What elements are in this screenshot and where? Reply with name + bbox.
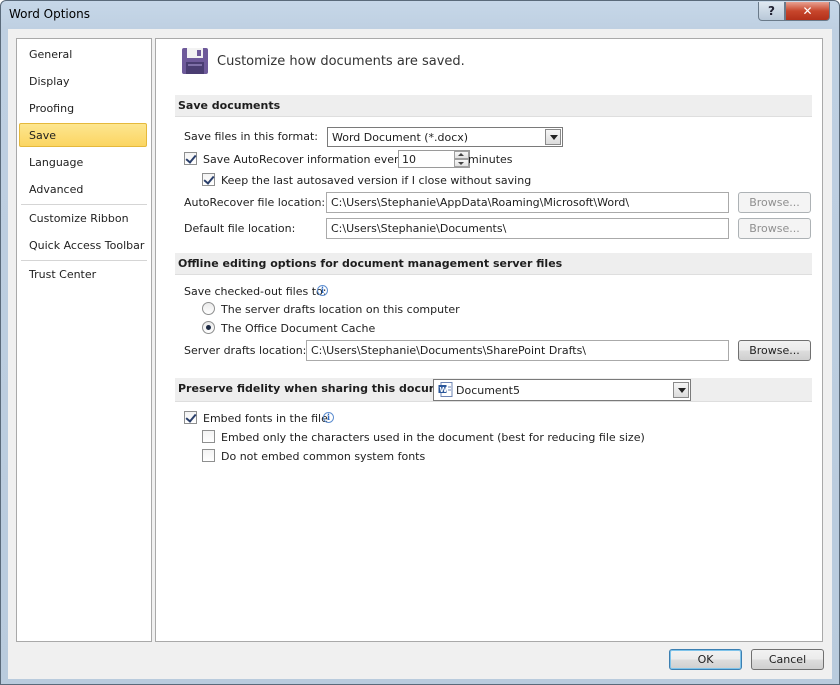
radio-server-drafts[interactable] bbox=[202, 302, 215, 315]
autorecover-minutes-spinner[interactable]: 10 bbox=[398, 150, 470, 168]
window-title: Word Options bbox=[9, 7, 90, 21]
spinner-down-icon[interactable] bbox=[454, 159, 469, 167]
ok-button[interactable]: OK bbox=[669, 649, 742, 670]
embed-fonts-checkbox[interactable] bbox=[184, 411, 197, 424]
svg-text:W: W bbox=[440, 386, 448, 394]
dialog-client: General Display Proofing Save Language A… bbox=[8, 29, 832, 679]
options-sidebar: General Display Proofing Save Language A… bbox=[16, 38, 152, 642]
autorecover-minutes-value: 10 bbox=[402, 153, 416, 166]
save-format-dropdown[interactable]: Word Document (*.docx) bbox=[327, 127, 563, 147]
minutes-label: minutes bbox=[468, 153, 513, 166]
sidebar-item-language[interactable]: Language bbox=[19, 150, 147, 174]
autorecover-label: Save AutoRecover information every bbox=[203, 153, 406, 166]
sidebar-item-display[interactable]: Display bbox=[19, 69, 147, 93]
sidebar-divider bbox=[21, 260, 147, 261]
checkout-label: Save checked-out files to: bbox=[184, 285, 327, 298]
radio-server-drafts-label: The server drafts location on this compu… bbox=[221, 303, 460, 316]
embed-characters-label: Embed only the characters used in the do… bbox=[221, 431, 645, 444]
save-format-value: Word Document (*.docx) bbox=[332, 131, 469, 144]
spinner-up-icon[interactable] bbox=[454, 151, 469, 159]
help-button[interactable]: ? bbox=[758, 2, 785, 21]
autorecover-location-label: AutoRecover file location: bbox=[184, 196, 326, 209]
sidebar-divider bbox=[21, 204, 147, 205]
sidebar-item-advanced[interactable]: Advanced bbox=[19, 177, 147, 201]
radio-office-document-cache-label: The Office Document Cache bbox=[221, 322, 376, 335]
radio-office-document-cache[interactable] bbox=[202, 321, 215, 334]
preserve-fidelity-label: Preserve fidelity when sharing this docu… bbox=[178, 382, 466, 395]
keep-last-autosaved-label: Keep the last autosaved version if I clo… bbox=[221, 174, 532, 187]
spinner-buttons bbox=[454, 151, 469, 167]
autorecover-checkbox[interactable] bbox=[184, 152, 197, 165]
sidebar-item-trust-center[interactable]: Trust Center bbox=[19, 262, 147, 286]
keep-last-autosaved-checkbox[interactable] bbox=[202, 173, 215, 186]
sidebar-item-general[interactable]: General bbox=[19, 42, 147, 66]
autorecover-browse-button[interactable]: Browse... bbox=[738, 192, 811, 213]
server-drafts-location-input[interactable]: C:\Users\Stephanie\Documents\SharePoint … bbox=[306, 340, 729, 361]
no-common-fonts-label: Do not embed common system fonts bbox=[221, 450, 426, 463]
sidebar-item-proofing[interactable]: Proofing bbox=[19, 96, 147, 120]
fidelity-document-value: Document5 bbox=[456, 384, 520, 397]
save-options-pane: Customize how documents are saved. Save … bbox=[155, 38, 823, 642]
floppy-disk-icon bbox=[182, 48, 208, 74]
close-icon: ✕ bbox=[802, 4, 813, 18]
info-icon: i bbox=[323, 412, 334, 423]
chevron-down-icon[interactable] bbox=[545, 129, 561, 145]
server-drafts-browse-button[interactable]: Browse... bbox=[738, 340, 811, 361]
sidebar-item-quick-access-toolbar[interactable]: Quick Access Toolbar bbox=[19, 233, 147, 257]
page-header-text: Customize how documents are saved. bbox=[217, 54, 465, 69]
title-bar[interactable]: Word Options ? ✕ bbox=[1, 1, 839, 29]
word-options-window: Word Options ? ✕ General Display Proofin… bbox=[0, 0, 840, 685]
close-button[interactable]: ✕ bbox=[785, 2, 830, 21]
fidelity-document-dropdown[interactable]: W Document5 bbox=[433, 379, 691, 401]
save-format-label: Save files in this format: bbox=[184, 130, 318, 143]
sidebar-item-customize-ribbon[interactable]: Customize Ribbon bbox=[19, 206, 147, 230]
embed-fonts-label: Embed fonts in the file bbox=[203, 412, 328, 425]
server-drafts-location-label: Server drafts location: bbox=[184, 344, 307, 357]
help-icon: ? bbox=[768, 4, 775, 18]
info-icon: i bbox=[317, 285, 328, 296]
autorecover-location-input[interactable]: C:\Users\Stephanie\AppData\Roaming\Micro… bbox=[326, 192, 729, 213]
default-location-input[interactable]: C:\Users\Stephanie\Documents\ bbox=[326, 218, 729, 239]
word-document-icon: W bbox=[438, 382, 453, 397]
default-browse-button[interactable]: Browse... bbox=[738, 218, 811, 239]
cancel-button[interactable]: Cancel bbox=[751, 649, 824, 670]
no-common-fonts-checkbox[interactable] bbox=[202, 449, 215, 462]
sidebar-item-save[interactable]: Save bbox=[19, 123, 147, 147]
section-offline-editing: Offline editing options for document man… bbox=[175, 253, 812, 275]
default-location-label: Default file location: bbox=[184, 222, 296, 235]
chevron-down-icon[interactable] bbox=[673, 382, 689, 398]
embed-characters-checkbox[interactable] bbox=[202, 430, 215, 443]
section-save-documents: Save documents bbox=[175, 95, 812, 117]
